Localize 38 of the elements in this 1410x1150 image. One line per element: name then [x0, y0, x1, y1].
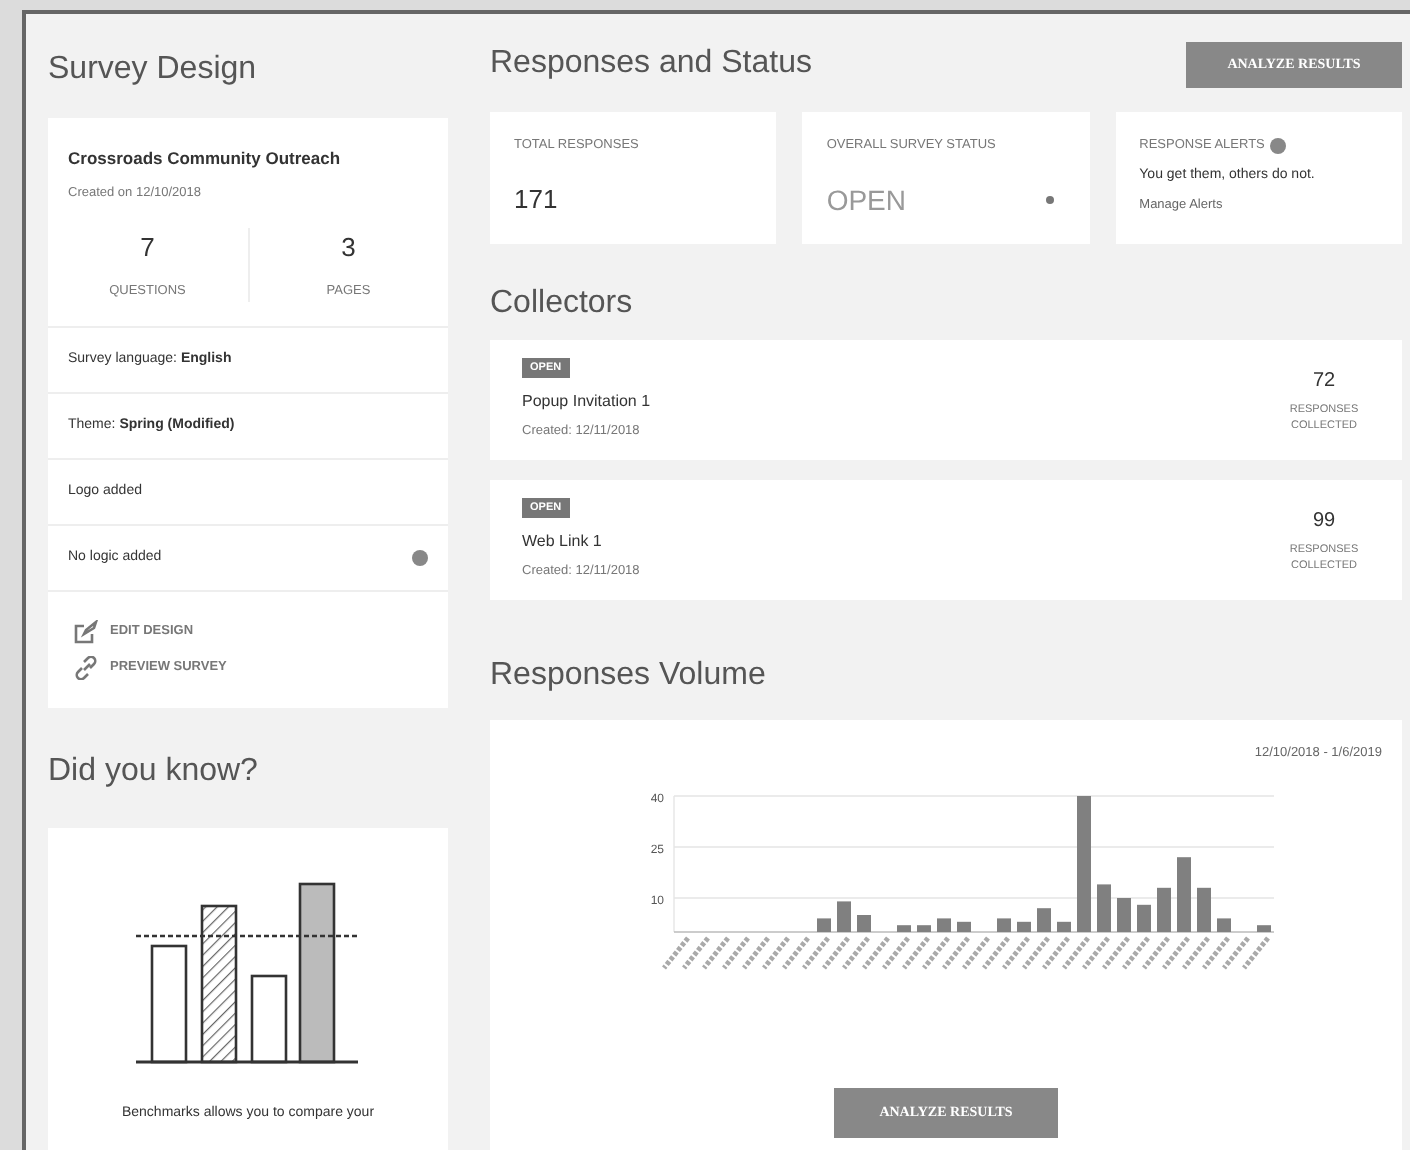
bar — [1017, 921, 1031, 932]
bar — [1157, 887, 1171, 932]
info-icon[interactable] — [1270, 137, 1287, 154]
bar — [837, 900, 851, 932]
bar — [957, 921, 971, 932]
bar — [1217, 917, 1231, 932]
bar — [1097, 883, 1111, 932]
section-title: Responses Volume — [490, 656, 768, 696]
bar — [1117, 897, 1131, 932]
survey-name: Crossroads Community Outreach — [68, 146, 343, 172]
section-title: Collectors — [490, 284, 635, 324]
response-count: 99 — [1312, 508, 1336, 536]
bar — [1137, 904, 1151, 932]
bar — [1257, 924, 1271, 932]
bar — [917, 924, 931, 932]
info-icon[interactable] — [412, 549, 428, 566]
total-responses: 171 — [514, 181, 560, 218]
response-count: 72 — [1312, 368, 1336, 396]
bar — [1037, 907, 1051, 932]
section-title: Responses and Status — [490, 44, 812, 84]
bar — [1197, 887, 1211, 932]
edit-icon — [74, 619, 98, 644]
bar — [1057, 921, 1071, 932]
status-dropdown[interactable]: OPEN — [826, 179, 1066, 222]
bar — [897, 924, 911, 932]
bar — [997, 917, 1011, 932]
bar — [937, 917, 951, 932]
bar — [1077, 795, 1091, 932]
section-title: Did you know? — [48, 751, 260, 792]
stat-value: 3 — [341, 229, 356, 265]
collector-name: Popup Invitation 1 — [522, 390, 651, 415]
bar — [817, 917, 831, 932]
link-icon — [74, 655, 98, 680]
bar — [1177, 856, 1191, 932]
collector-name: Web Link 1 — [522, 530, 602, 555]
bar — [857, 914, 871, 932]
stat-value: 7 — [140, 229, 155, 265]
section-title: Survey Design — [48, 50, 259, 90]
